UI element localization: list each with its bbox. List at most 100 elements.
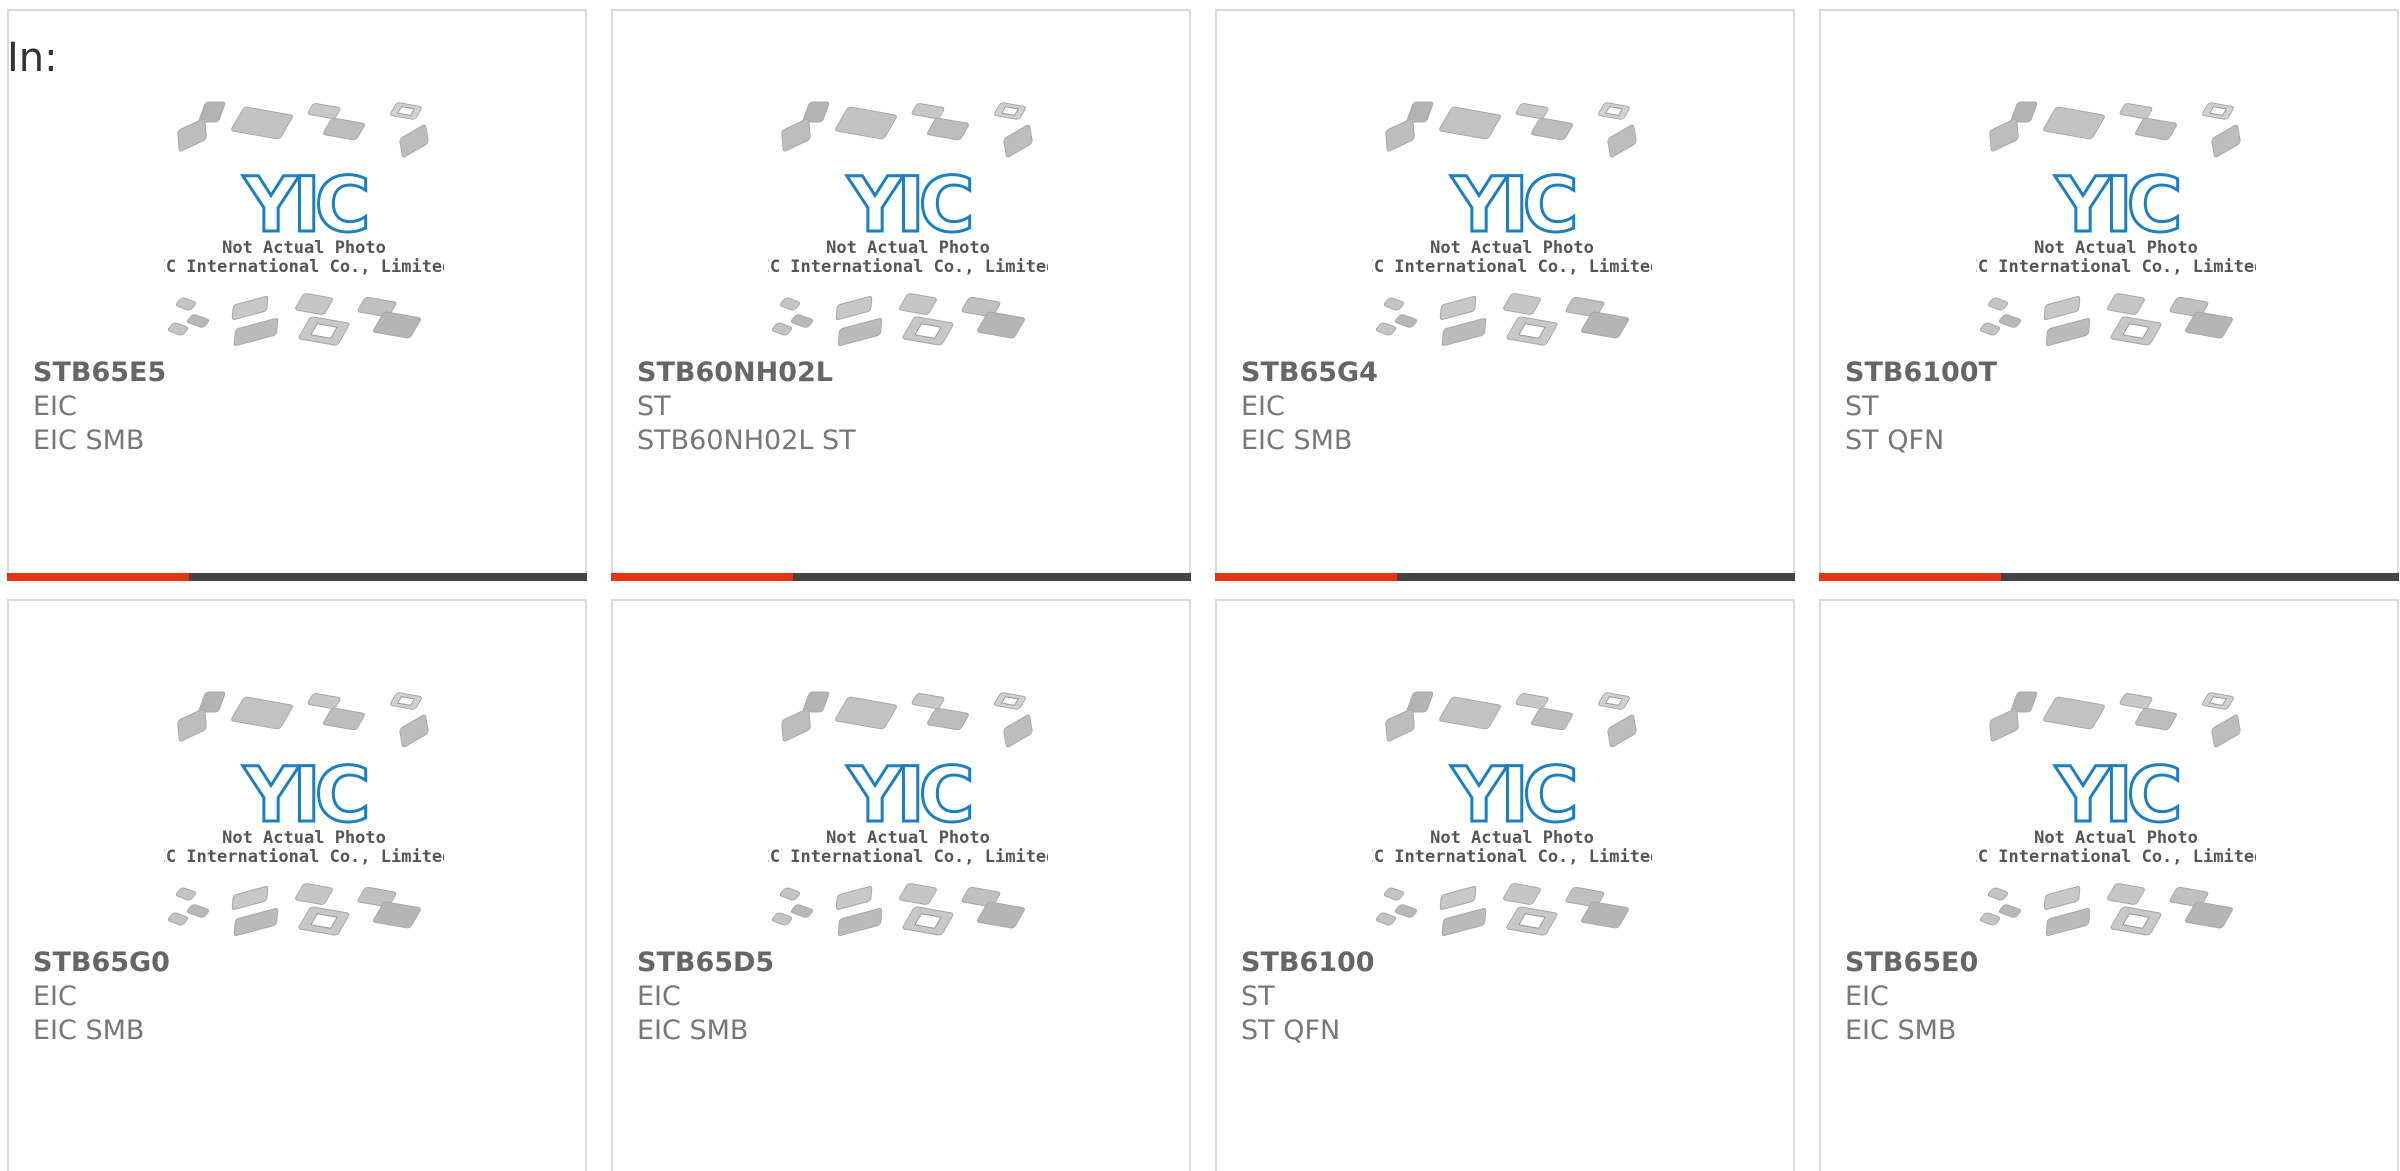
product-thumbnail[interactable]: YICNot Actual PhotoYIC International Co.… xyxy=(768,689,1048,939)
chip-package-icon xyxy=(902,906,954,936)
part-number[interactable]: STB65D5 xyxy=(637,946,1179,980)
chip-package-icon xyxy=(1515,103,1549,119)
product-card[interactable]: YICNot Actual PhotoYIC International Co.… xyxy=(1819,9,2399,581)
product-card[interactable]: YICNot Actual PhotoYIC International Co.… xyxy=(1215,9,1795,581)
chip-package-icon xyxy=(1531,117,1573,141)
chip-package-icon xyxy=(298,316,350,346)
chip-package-icon xyxy=(2202,102,2234,120)
chip-package-icon xyxy=(1394,314,1418,328)
chip-package-icon xyxy=(994,692,1026,710)
manufacturer: ST xyxy=(1845,391,1879,422)
yic-logo: YIC xyxy=(846,160,969,249)
manufacturer: ST xyxy=(637,391,671,422)
chip-package-icon xyxy=(295,883,333,905)
chip-package-icon xyxy=(2107,883,2145,905)
product-card[interactable]: YICNot Actual PhotoYIC International Co.… xyxy=(7,9,587,581)
photo-caption: Not Actual Photo xyxy=(2034,828,2198,848)
yic-logo: YIC xyxy=(242,750,365,839)
chip-package-icon xyxy=(1979,322,2001,336)
card-accent-bar xyxy=(7,573,189,581)
part-number[interactable]: STB65E0 xyxy=(1845,946,2387,980)
photo-caption: Not Actual Photo xyxy=(826,238,990,258)
chip-package-icon xyxy=(1998,314,2022,328)
chip-package-icon xyxy=(1503,293,1541,315)
photo-caption: Not Actual Photo xyxy=(1430,828,1594,848)
chip-package-icon xyxy=(1515,693,1549,709)
photo-caption-company: YIC International Co., Limited. xyxy=(768,847,1048,867)
product-card[interactable]: YICNot Actual PhotoYIC International Co.… xyxy=(7,599,587,1171)
product-thumbnail[interactable]: YICNot Actual PhotoYIC International Co.… xyxy=(164,99,444,349)
not-actual-photo-image: YICNot Actual PhotoYIC International Co.… xyxy=(768,691,1048,937)
part-number[interactable]: STB6100T xyxy=(1845,356,2387,390)
page-label: In: xyxy=(7,35,58,81)
product-thumbnail[interactable]: YICNot Actual PhotoYIC International Co.… xyxy=(1372,99,1652,349)
chip-package-icon xyxy=(1439,696,1501,730)
chip-package-icon xyxy=(175,297,197,311)
chip-package-icon xyxy=(911,103,945,119)
chip-package-icon xyxy=(186,904,210,918)
part-number[interactable]: STB65G4 xyxy=(1241,356,1783,390)
chip-package-icon xyxy=(390,102,422,120)
chip-package-icon xyxy=(231,886,269,910)
card-bottom-bar xyxy=(7,573,587,581)
chip-package-icon xyxy=(177,708,207,742)
chip-package-icon xyxy=(835,696,897,730)
product-card[interactable]: YICNot Actual PhotoYIC International Co.… xyxy=(611,9,1191,581)
chip-package-icon xyxy=(2211,124,2241,158)
chip-package-icon xyxy=(307,693,341,709)
product-card[interactable]: YICNot Actual PhotoYIC International Co.… xyxy=(611,599,1191,1171)
chip-package-icon xyxy=(835,296,873,320)
chip-package-icon xyxy=(779,297,801,311)
card-accent-bar xyxy=(1819,573,2001,581)
product-card[interactable]: YICNot Actual PhotoYIC International Co.… xyxy=(1819,599,2399,1171)
product-info: STB60NH02L ST STB60NH02L ST xyxy=(637,356,1179,458)
chip-package-icon xyxy=(2202,692,2234,710)
not-actual-photo-image: YICNot Actual PhotoYIC International Co.… xyxy=(1372,691,1652,937)
product-thumbnail[interactable]: YICNot Actual PhotoYIC International Co.… xyxy=(1976,689,2256,939)
product-thumbnail[interactable]: YICNot Actual PhotoYIC International Co.… xyxy=(164,689,444,939)
manufacturer: EIC xyxy=(33,981,77,1012)
chip-package-icon xyxy=(1439,296,1477,320)
chip-package-icon xyxy=(177,118,207,152)
chip-package-icon xyxy=(1003,714,1033,748)
chip-package-icon xyxy=(1383,297,1405,311)
chip-package-icon xyxy=(2135,707,2177,731)
chip-package-icon xyxy=(1503,883,1541,905)
photo-caption-company: YIC International Co., Limited. xyxy=(164,257,444,277)
package-info: EIC SMB xyxy=(33,425,145,456)
package-info: ST QFN xyxy=(1241,1015,1341,1046)
chip-package-icon xyxy=(1506,906,1558,936)
photo-caption-company: YIC International Co., Limited. xyxy=(1976,257,2256,277)
chip-package-icon xyxy=(2043,696,2105,730)
chip-package-icon xyxy=(175,887,197,901)
product-info: STB6100 ST ST QFN xyxy=(1241,946,1783,1048)
product-card[interactable]: YICNot Actual PhotoYIC International Co.… xyxy=(1215,599,1795,1171)
chip-package-icon xyxy=(1987,887,2009,901)
chip-package-icon xyxy=(2135,117,2177,141)
product-thumbnail[interactable]: YICNot Actual PhotoYIC International Co.… xyxy=(1372,689,1652,939)
product-thumbnail[interactable]: YICNot Actual PhotoYIC International Co.… xyxy=(1976,99,2256,349)
yic-logo: YIC xyxy=(1450,750,1573,839)
chip-package-icon xyxy=(167,322,189,336)
not-actual-photo-image: YICNot Actual PhotoYIC International Co.… xyxy=(1976,101,2256,347)
chip-package-icon xyxy=(2107,293,2145,315)
yic-logo: YIC xyxy=(846,750,969,839)
product-info: STB65E5 EIC EIC SMB xyxy=(33,356,575,458)
yic-logo: YIC xyxy=(2054,160,2177,249)
not-actual-photo-image: YICNot Actual PhotoYIC International Co.… xyxy=(164,101,444,347)
chip-package-icon xyxy=(399,124,429,158)
chip-package-icon xyxy=(781,118,811,152)
chip-package-icon xyxy=(837,907,883,937)
chip-package-icon xyxy=(927,117,969,141)
chip-package-icon xyxy=(1607,714,1637,748)
product-thumbnail[interactable]: YICNot Actual PhotoYIC International Co.… xyxy=(768,99,1048,349)
part-number[interactable]: STB6100 xyxy=(1241,946,1783,980)
chip-package-icon xyxy=(1441,317,1487,347)
chip-package-icon xyxy=(1506,316,1558,346)
chip-package-icon xyxy=(323,707,365,731)
part-number[interactable]: STB60NH02L xyxy=(637,356,1179,390)
chip-package-icon xyxy=(307,103,341,119)
part-number[interactable]: STB65G0 xyxy=(33,946,575,980)
chip-package-icon xyxy=(1998,904,2022,918)
part-number[interactable]: STB65E5 xyxy=(33,356,575,390)
